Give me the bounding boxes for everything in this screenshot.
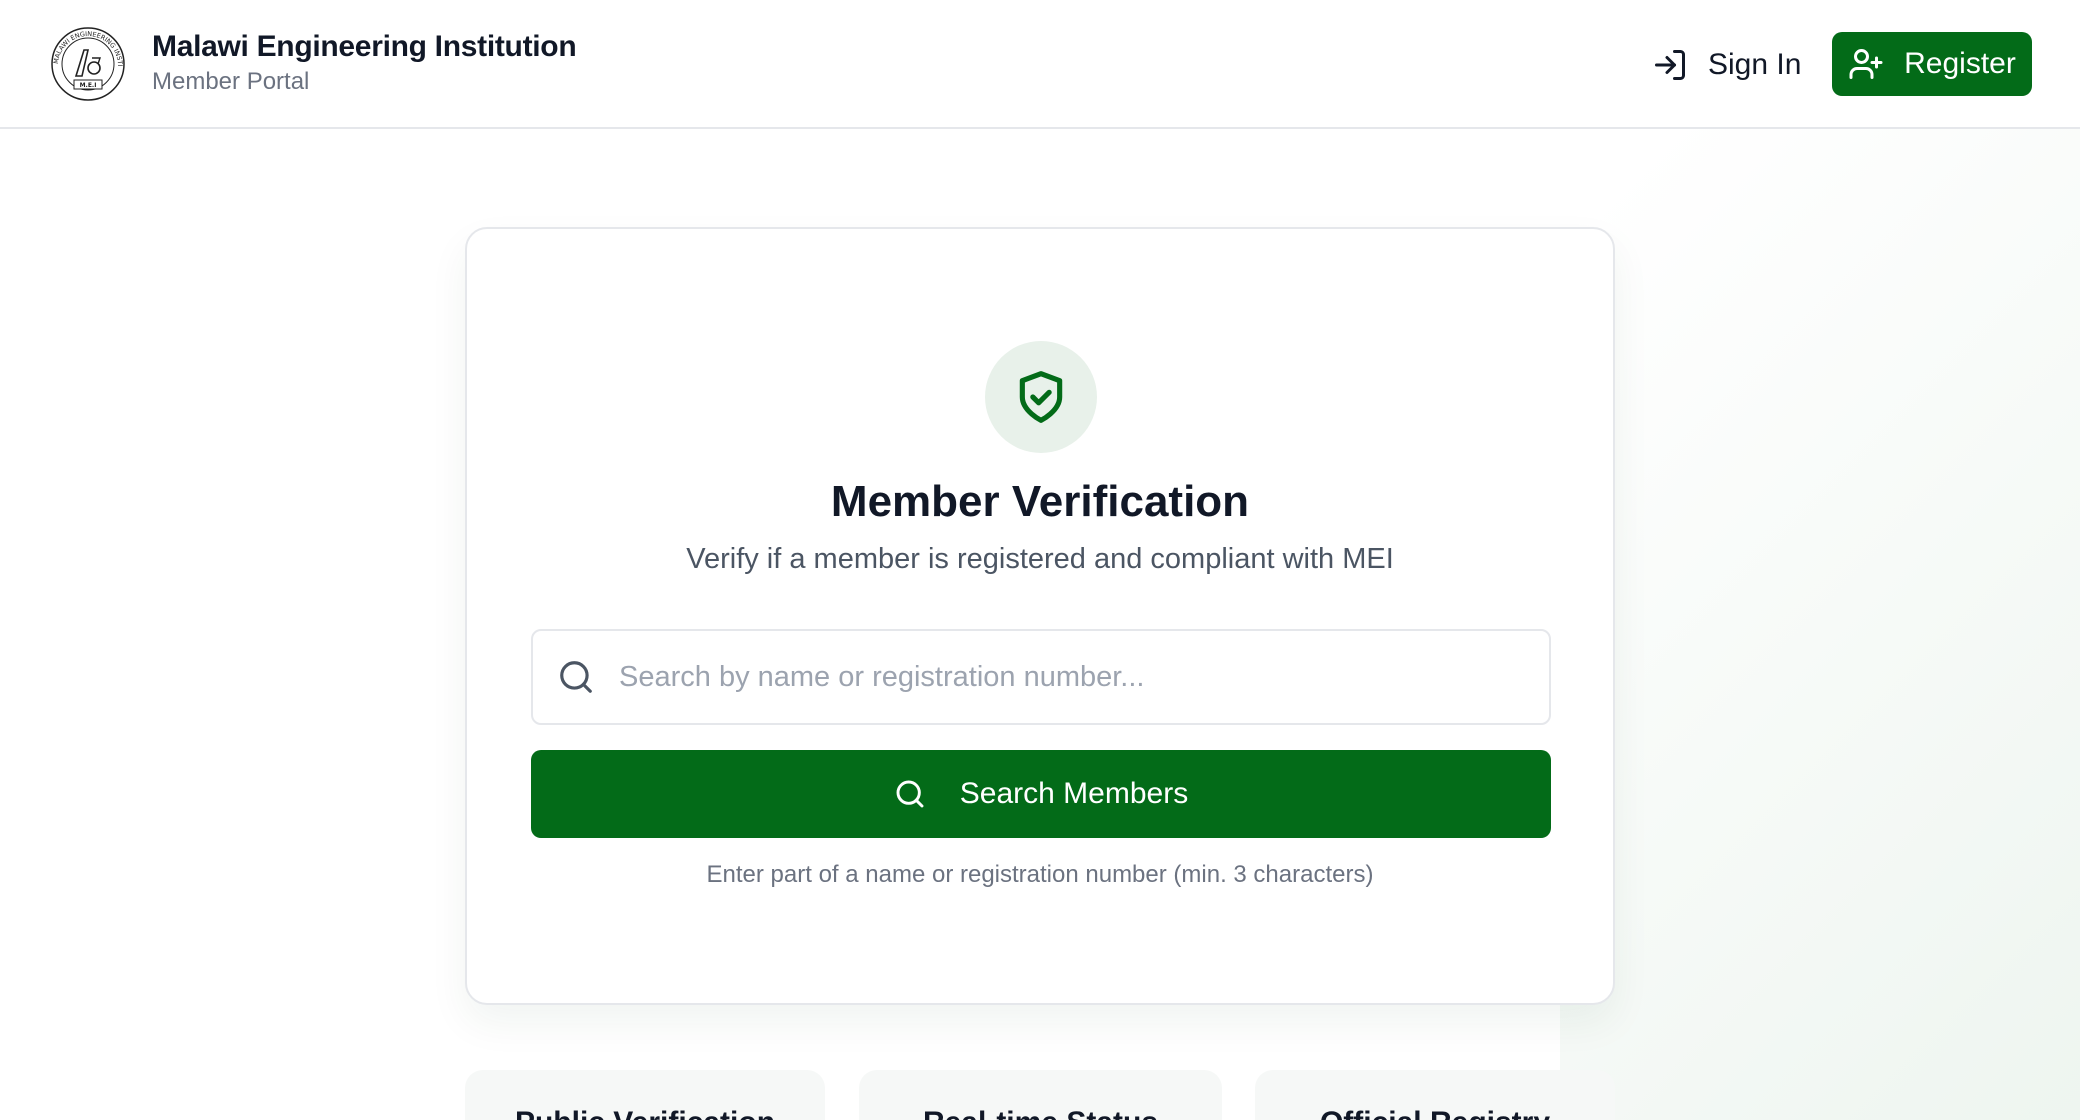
search-field[interactable] — [531, 629, 1551, 725]
logo-badge: M.E.I — [80, 82, 97, 89]
feature-label: Real-time Status — [859, 1106, 1222, 1120]
search-input[interactable] — [619, 647, 1519, 707]
search-icon — [560, 661, 592, 693]
feature-label: Official Registry — [1255, 1106, 1615, 1120]
page-title: Member Verification — [830, 477, 1250, 526]
feature-card-public-verification: Public Verification — [465, 1070, 825, 1120]
page-subtitle: Verify if a member is registered and com… — [686, 543, 1394, 575]
sign-in-label: Sign In — [1708, 48, 1802, 81]
search-icon — [896, 780, 924, 808]
feature-label: Public Verification — [465, 1106, 825, 1120]
brand-subtitle: Member Portal — [152, 68, 310, 95]
login-arrow-icon — [1655, 50, 1685, 80]
top-header: MALAWI ENGINEERING INSTITUTION M.E.I Mal… — [0, 0, 2080, 129]
shield-check-icon — [1019, 371, 1063, 423]
brand-title: Malawi Engineering Institution — [152, 30, 577, 63]
feature-card-official-registry: Official Registry — [1255, 1070, 1615, 1120]
register-button[interactable]: Register — [1832, 32, 2032, 96]
background-gradient — [1560, 80, 2080, 1120]
register-label: Register — [1904, 47, 2016, 80]
user-plus-icon — [1849, 49, 1883, 79]
search-members-label: Search Members — [959, 777, 1189, 810]
mei-logo[interactable]: MALAWI ENGINEERING INSTITUTION M.E.I — [48, 24, 128, 104]
sign-in-link[interactable]: Sign In — [1652, 38, 1801, 92]
search-members-button[interactable]: Search Members — [531, 750, 1551, 838]
shield-badge — [985, 341, 1097, 453]
verification-card: Member Verification Verify if a member i… — [465, 227, 1615, 1005]
search-hint: Enter part of a name or registration num… — [706, 861, 1374, 888]
feature-card-real-time-status: Real-time Status — [859, 1070, 1222, 1120]
